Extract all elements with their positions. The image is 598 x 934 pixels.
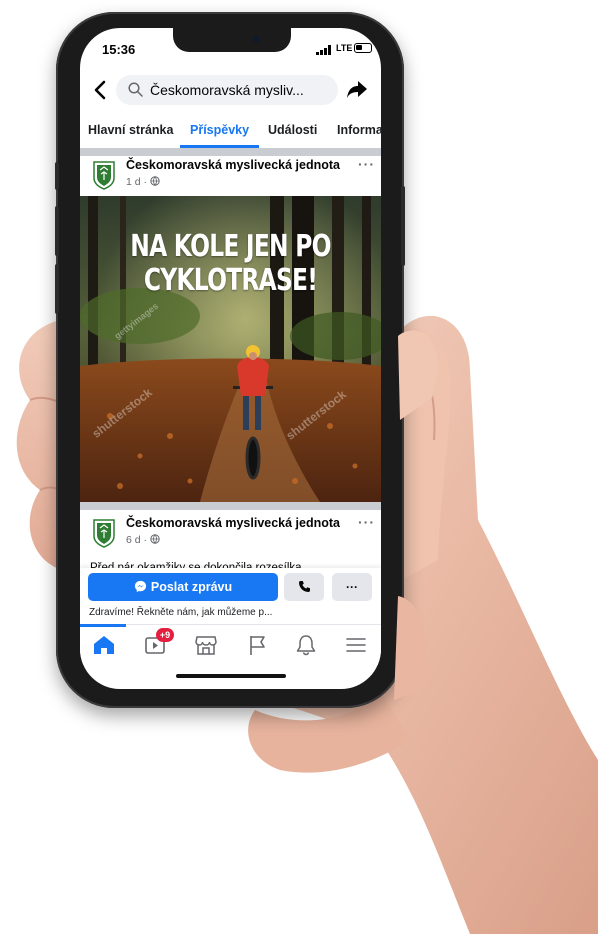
camera-dot [253,36,259,42]
thumb-overlay [394,330,438,700]
notch [173,28,291,52]
